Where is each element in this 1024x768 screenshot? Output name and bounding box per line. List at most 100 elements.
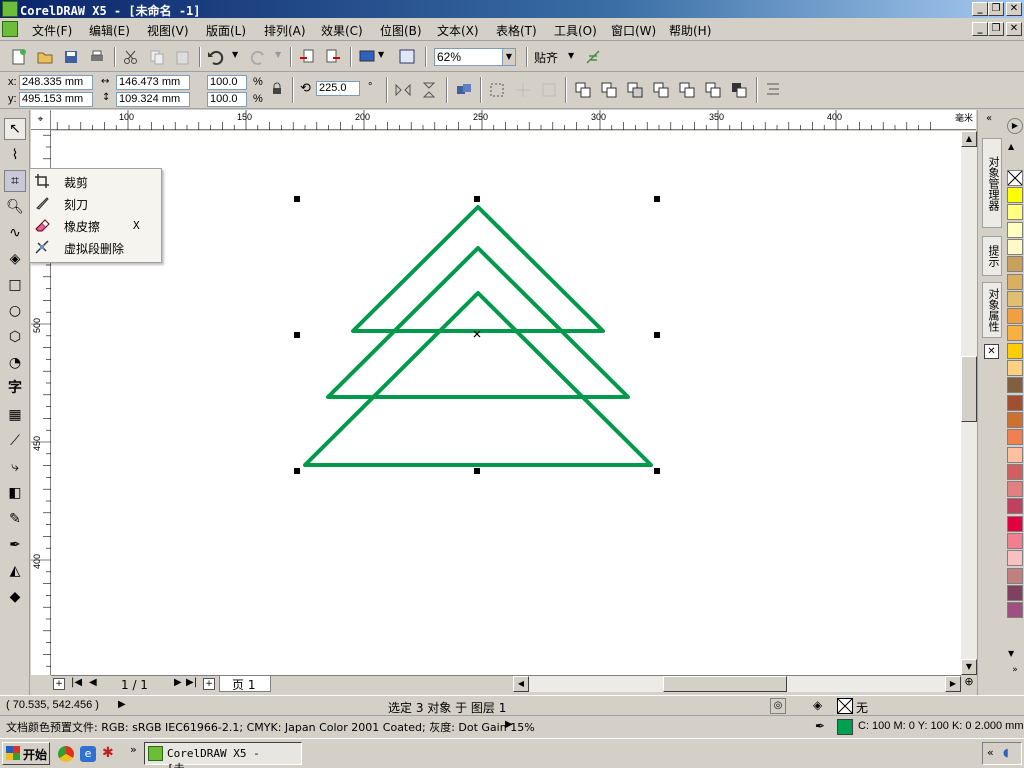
ellipse-tool-icon[interactable]: ○	[4, 300, 26, 322]
handle-top-center[interactable]	[474, 196, 480, 202]
zoom-dropdown-icon[interactable]: ▼	[502, 48, 516, 66]
lock-ratio-icon[interactable]	[270, 82, 284, 96]
width-field[interactable]: 146.473 mm	[116, 75, 190, 90]
connector-tool-icon[interactable]: ⤷	[4, 456, 26, 478]
front-minus-back-icon[interactable]	[678, 81, 696, 99]
mirror-horizontal-icon[interactable]	[394, 81, 412, 99]
print-icon[interactable]	[88, 48, 106, 66]
open-icon[interactable]	[36, 48, 54, 66]
profile-expand-icon[interactable]: ▶	[505, 719, 513, 730]
cut-icon[interactable]	[122, 48, 140, 66]
color-swatch[interactable]	[1007, 550, 1023, 567]
color-swatch[interactable]	[1007, 429, 1023, 446]
snap-to-label[interactable]: 贴齐	[534, 49, 558, 66]
color-swatch[interactable]	[1007, 602, 1023, 619]
polygon-tool-icon[interactable]: ⬡	[4, 326, 26, 348]
basic-shapes-tool-icon[interactable]: ◔	[4, 352, 26, 374]
color-swatch[interactable]	[1007, 533, 1023, 549]
minimize-button[interactable]: _	[972, 2, 988, 16]
color-swatch[interactable]	[1007, 221, 1023, 238]
fill-tool-icon[interactable]: ◭	[4, 560, 26, 582]
docker-close-icon[interactable]: ✕	[984, 344, 999, 359]
undo-dropdown-icon[interactable]: ▼	[232, 50, 238, 59]
handle-top-left[interactable]	[294, 196, 300, 202]
last-page-icon[interactable]: ▶|	[186, 677, 197, 688]
tray-volume-icon[interactable]: ◖	[1003, 746, 1009, 759]
docker-tab-hints[interactable]: 提示	[982, 236, 1002, 276]
dimension-tool-icon[interactable]: ⟋	[4, 430, 26, 452]
close-button[interactable]: ✕	[1006, 2, 1022, 16]
prev-page-icon[interactable]: ◀	[89, 677, 97, 688]
scale-x-field[interactable]: 100.0	[207, 75, 247, 90]
color-swatch[interactable]	[1007, 463, 1023, 480]
scroll-right-icon[interactable]: ▶	[945, 676, 961, 692]
application-launcher-icon[interactable]	[358, 48, 376, 66]
color-swatch[interactable]	[1007, 187, 1023, 203]
scroll-up-icon[interactable]: ▲	[961, 131, 977, 147]
flyout-item-knife[interactable]: 刻刀	[30, 192, 161, 214]
table-tool-icon[interactable]: ▦	[4, 404, 26, 426]
y-position-field[interactable]: 495.153 mm	[19, 92, 93, 107]
menu-view[interactable]: 视图(V)	[147, 22, 189, 39]
document-icon[interactable]	[2, 21, 18, 37]
color-swatch[interactable]	[1007, 394, 1023, 411]
new-document-icon[interactable]	[10, 48, 28, 66]
handle-bottom-left[interactable]	[294, 468, 300, 474]
vertical-scrollbar[interactable]: ▲ ▼	[961, 131, 977, 675]
import-icon[interactable]	[298, 48, 316, 66]
ie-quicklaunch-icon[interactable]: e	[80, 746, 96, 762]
color-swatch[interactable]	[1007, 256, 1023, 273]
palette-up-icon[interactable]: ▲	[1008, 142, 1014, 151]
save-icon[interactable]	[62, 48, 80, 66]
menu-window[interactable]: 窗口(W)	[611, 22, 656, 39]
handle-bottom-center[interactable]	[474, 468, 480, 474]
triangle-bottom[interactable]	[303, 291, 653, 467]
page-tab-1[interactable]: 页 1	[219, 676, 271, 692]
align-distribute-icon[interactable]	[764, 81, 782, 99]
add-page-before-icon[interactable]: +	[53, 678, 65, 690]
app-quicklaunch-icon[interactable]: ✱	[102, 745, 120, 763]
outline-color-swatch[interactable]	[837, 719, 853, 735]
horizontal-scrollbar[interactable]: ◀ ▶	[513, 676, 961, 692]
freehand-tool-icon[interactable]: ∿	[4, 222, 26, 244]
quicklaunch-more-icon[interactable]: »	[130, 743, 137, 756]
menu-edit[interactable]: 编辑(E)	[89, 22, 130, 39]
x-position-field[interactable]: 248.335 mm	[19, 75, 93, 90]
paste-icon[interactable]	[174, 48, 192, 66]
interactive-fill-tool-icon[interactable]: ◆	[4, 586, 26, 608]
text-tool-icon[interactable]: 字	[4, 376, 26, 398]
color-swatch[interactable]	[1007, 308, 1023, 325]
status-expand-icon[interactable]: ▶	[118, 699, 126, 710]
next-page-icon[interactable]: ▶	[174, 677, 182, 688]
menu-bitmaps[interactable]: 位图(B)	[380, 22, 422, 39]
docker-tab-object-properties[interactable]: 对象属性	[982, 282, 1002, 338]
rectangle-tool-icon[interactable]: □	[4, 274, 26, 296]
menu-text[interactable]: 文本(X)	[437, 22, 479, 39]
menu-tools[interactable]: 工具(O)	[554, 22, 597, 39]
combine-icon[interactable]	[540, 81, 558, 99]
handle-top-right[interactable]	[654, 196, 660, 202]
mirror-vertical-icon[interactable]	[420, 81, 438, 99]
color-swatch[interactable]	[1007, 515, 1023, 532]
flyout-item-crop[interactable]: 裁剪	[30, 170, 161, 192]
weld-icon[interactable]	[574, 81, 592, 99]
palette-down-icon[interactable]: ▼	[1008, 649, 1014, 658]
smart-fill-tool-icon[interactable]: ◈	[4, 248, 26, 270]
doc-close-button[interactable]: ✕	[1006, 22, 1022, 36]
doc-restore-button[interactable]: ❐	[988, 22, 1004, 36]
crop-tool-icon[interactable]: ⌗	[4, 170, 26, 192]
handle-middle-right[interactable]	[654, 332, 660, 338]
docker-collapse-icon[interactable]: «	[986, 113, 992, 124]
height-field[interactable]: 109.324 mm	[116, 92, 190, 107]
chrome-quicklaunch-icon[interactable]	[58, 746, 74, 762]
menu-help[interactable]: 帮助(H)	[669, 22, 711, 39]
color-swatch[interactable]	[1007, 377, 1023, 394]
welcome-screen-icon[interactable]	[398, 48, 416, 66]
ungroup-all-icon[interactable]	[514, 81, 532, 99]
menu-effects[interactable]: 效果(C)	[321, 22, 363, 39]
horizontal-scroll-thumb[interactable]	[663, 676, 787, 692]
doc-minimize-button[interactable]: _	[972, 22, 988, 36]
color-swatch[interactable]	[1007, 290, 1023, 307]
pick-tool-icon[interactable]: ↖	[4, 118, 26, 140]
color-swatch[interactable]	[1007, 411, 1023, 428]
